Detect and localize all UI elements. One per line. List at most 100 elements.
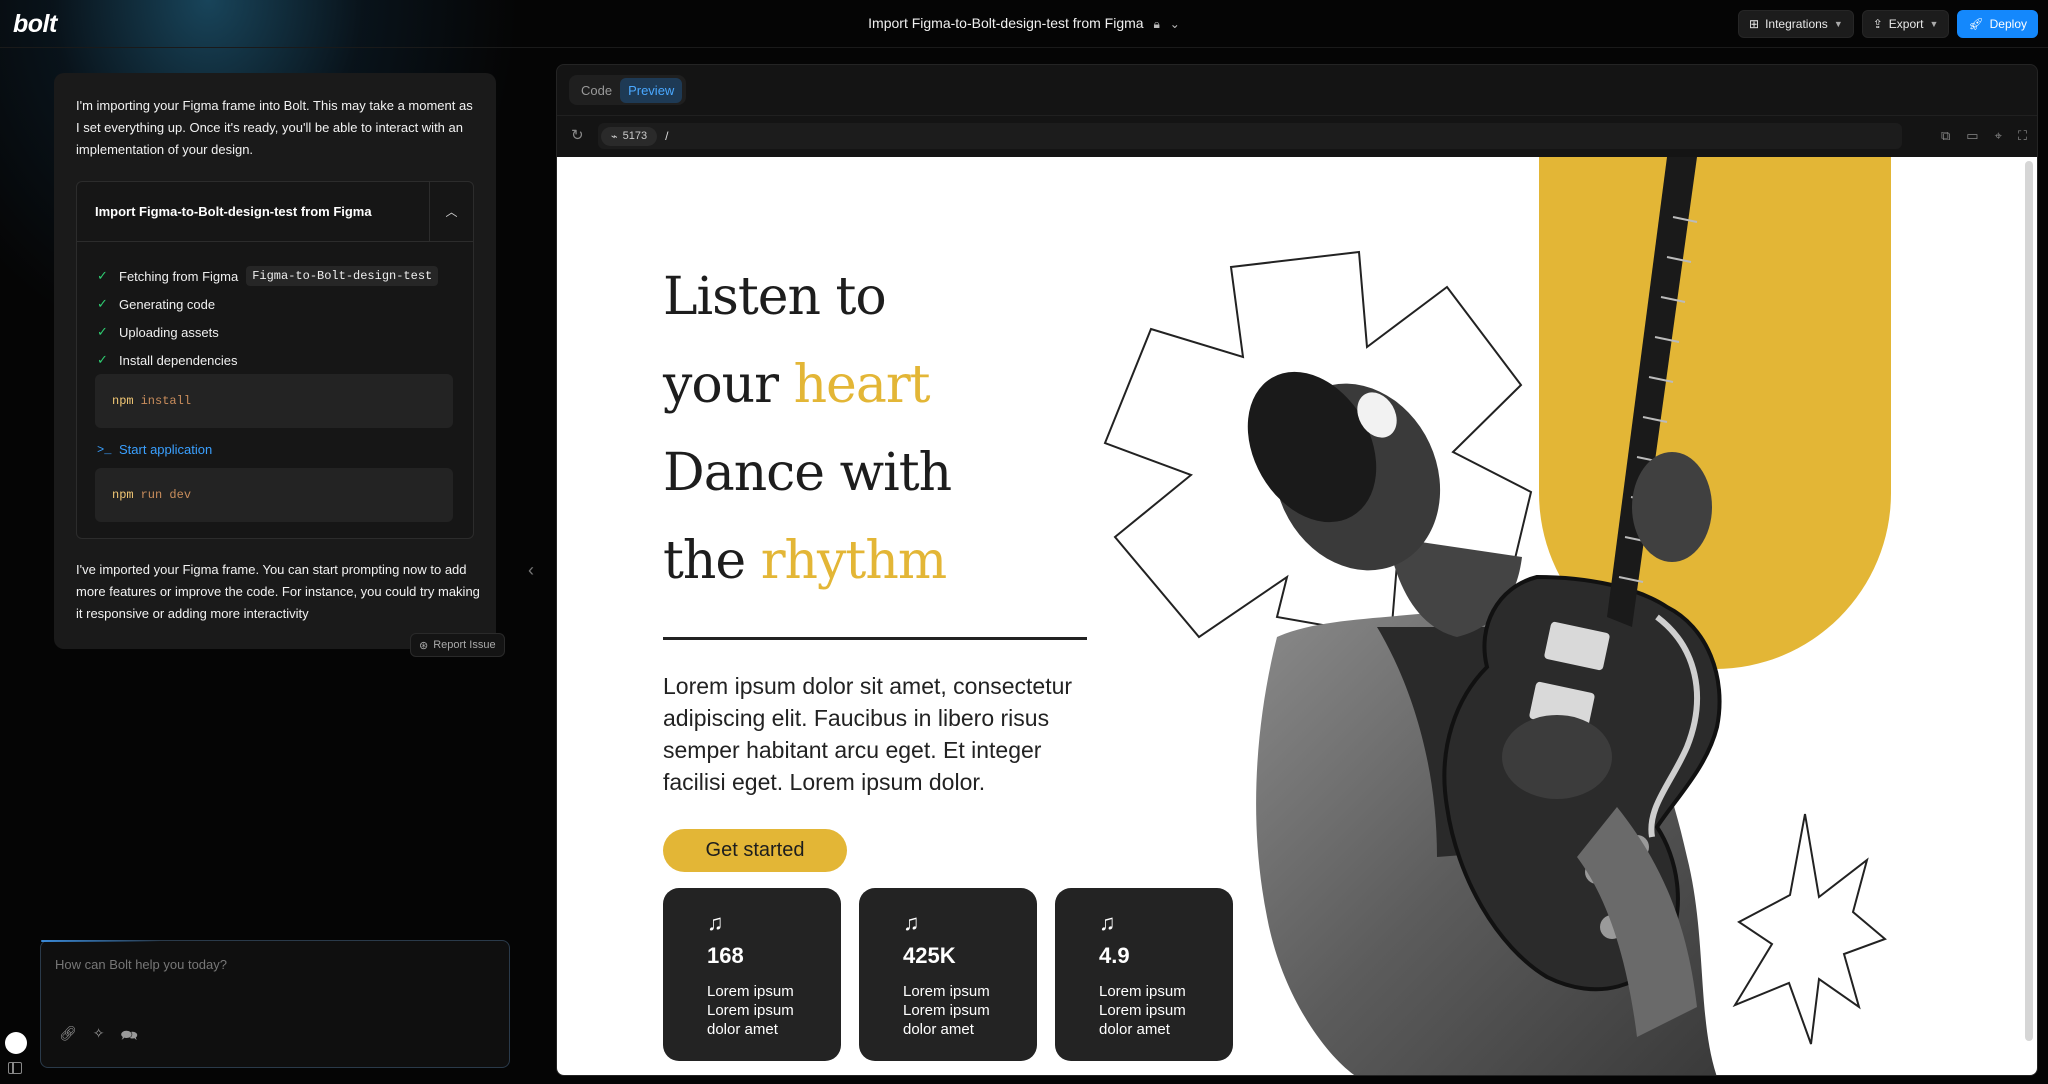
headline-highlight-rhythm: rhythm [760,531,947,591]
hero-divider [663,637,1087,640]
lock-icon: 🔒︎ [1153,17,1160,31]
prompt-input[interactable] [55,957,495,972]
chat-message-card: I'm importing your Figma frame into Bolt… [54,73,496,649]
headline-line-3: Dance with [663,443,952,503]
stat-description: Lorem ipsum Lorem ipsum dolor amet [707,983,794,1038]
headline-line-2: your heart [663,341,951,429]
sidebar-toggle-icon[interactable] [8,1062,22,1074]
report-icon: ⊛ [419,639,429,652]
music-note-icon: ♫ [707,910,724,935]
report-issue-button[interactable]: ⊛ Report Issue [410,633,505,657]
tab-code[interactable]: Code [573,78,620,103]
command-npm-install[interactable]: npm install [95,374,453,428]
device-toggle-icon[interactable]: ▭ [1966,128,1978,144]
step-generating: ✓ Generating code [97,290,438,318]
terminal-icon: >_ [97,442,112,457]
preview-site: Listen to your heart Dance with the rhyt… [557,157,2037,1075]
step-start-application[interactable]: >_ Start application [97,442,212,457]
open-external-icon[interactable]: ⧉ [1941,128,1950,144]
sparkle-enhance-icon[interactable]: ✧ [93,1025,105,1049]
check-icon: ✓ [97,324,108,339]
preview-tools: ⧉ ▭ ⌖ ⛶ [1941,128,2027,144]
import-header[interactable]: Import Figma-to-Bolt-design-test from Fi… [77,181,473,242]
stat-description: Lorem ipsum Lorem ipsum dolor amet [1099,983,1186,1038]
chevron-down-icon[interactable]: ⌄ [1170,17,1180,31]
get-started-button[interactable]: Get started [663,829,847,872]
view-tabs: Code Preview [569,75,687,105]
fullscreen-icon[interactable]: ⛶ [2018,128,2027,144]
headline-line-4: the rhythm [663,517,951,605]
step-label: Fetching from Figma [119,268,239,284]
headline-word: your [663,355,794,415]
export-icon: ⇪ [1872,17,1883,31]
integrations-label: Integrations [1765,17,1828,31]
check-icon: ✓ [97,352,108,367]
url-path: / [665,129,669,143]
reload-icon[interactable]: ↻ [571,126,584,144]
prompt-box: 🔗︎ ✧ 🗪︎ [40,940,510,1068]
stat-value: 168 [707,943,744,968]
integrations-icon: ⊞ [1749,17,1760,31]
stat-card: ♫ 4.9 Lorem ipsum Lorem ipsum dolor amet [1055,888,1233,1061]
port-number: 5173 [622,130,648,142]
attach-link-icon[interactable]: 🔗︎ [59,1025,77,1049]
prompt-tools: 🔗︎ ✧ 🗪︎ [59,1025,138,1049]
command-keyword: npm [112,488,134,502]
deploy-label: Deploy [1989,17,2027,31]
headline-word: the [663,531,761,591]
stat-value: 4.9 [1099,943,1130,968]
import-steps: ✓ Fetching from Figma Figma-to-Bolt-desi… [97,262,439,374]
stat-card: ♫ 168 Lorem ipsum Lorem ipsum dolor amet [663,888,841,1061]
command-npm-run-dev[interactable]: npm run dev [95,468,453,522]
preview-url-bar[interactable]: ⌁ 5173 / [598,123,1902,149]
integrations-button[interactable]: ⊞ Integrations ▼ [1738,10,1854,38]
command-keyword: npm [112,394,134,408]
stat-card: ♫ 425K Lorem ipsum Lorem ipsum dolor ame… [859,888,1037,1061]
preview-scrollbar[interactable] [2025,161,2033,1041]
discuss-chat-icon[interactable]: 🗪︎ [121,1025,138,1049]
import-title: Import Figma-to-Bolt-design-test from Fi… [95,204,372,219]
plug-icon: ⌁ [611,130,618,143]
chat-outro-text: I've imported your Figma frame. You can … [76,562,480,621]
music-note-icon: ♫ [903,910,920,935]
step-label: Install dependencies [119,352,238,368]
check-icon: ✓ [97,268,108,283]
inspector-icon[interactable]: ⌖ [1995,128,2002,144]
chevron-down-icon: ▼ [1929,19,1939,29]
project-title-text: Import Figma-to-Bolt-design-test from Fi… [868,15,1144,31]
preview-panel: Code Preview ↻ ⌁ 5173 / ⧉ ▭ ⌖ ⛶ Listen t… [556,64,2038,1076]
command-args: install [140,394,192,408]
step-fetching: ✓ Fetching from Figma Figma-to-Bolt-desi… [97,262,439,290]
figma-file-chip: Figma-to-Bolt-design-test [246,266,439,286]
music-note-icon: ♫ [1099,910,1116,935]
start-app-label: Start application [119,442,213,457]
check-icon: ✓ [97,296,108,311]
top-actions: ⊞ Integrations ▼ ⇪ Export ▼ 🚀︎ Deploy [1738,10,2038,38]
port-badge[interactable]: ⌁ 5173 [601,126,658,146]
step-install: ✓ Install dependencies [97,346,438,374]
headline-line-1: Listen to [663,267,887,327]
strumming-hand [1502,715,1612,799]
collapse-chevron-left-icon[interactable]: ‹ [528,560,534,581]
user-avatar[interactable] [5,1032,27,1054]
export-button[interactable]: ⇪ Export ▼ [1861,10,1950,38]
stat-description: Lorem ipsum Lorem ipsum dolor amet [903,983,990,1038]
command-args: run dev [140,488,192,502]
top-bar: bolt Import Figma-to-Bolt-design-test fr… [0,0,2048,48]
fretting-hand [1632,452,1712,562]
step-label: Uploading assets [119,324,219,340]
step-uploading: ✓ Uploading assets [97,318,438,346]
chevron-up-icon[interactable]: ︿ [429,181,473,242]
preview-url-row: ↻ ⌁ 5173 / ⧉ ▭ ⌖ ⛶ [557,115,2037,157]
deploy-button[interactable]: 🚀︎ Deploy [1957,10,2038,38]
chevron-down-icon: ▼ [1833,19,1843,29]
stat-value: 425K [903,943,956,968]
tab-preview[interactable]: Preview [620,77,683,103]
headline-highlight-heart: heart [793,355,931,415]
import-progress-box: Import Figma-to-Bolt-design-test from Fi… [76,181,474,539]
hero-headline: Listen to your heart Dance with the rhyt… [663,253,952,605]
chat-intro-text: I'm importing your Figma frame into Bolt… [76,98,473,157]
rocket-icon: 🚀︎ [1968,17,1984,31]
export-label: Export [1888,17,1924,31]
step-label: Generating code [119,296,216,312]
